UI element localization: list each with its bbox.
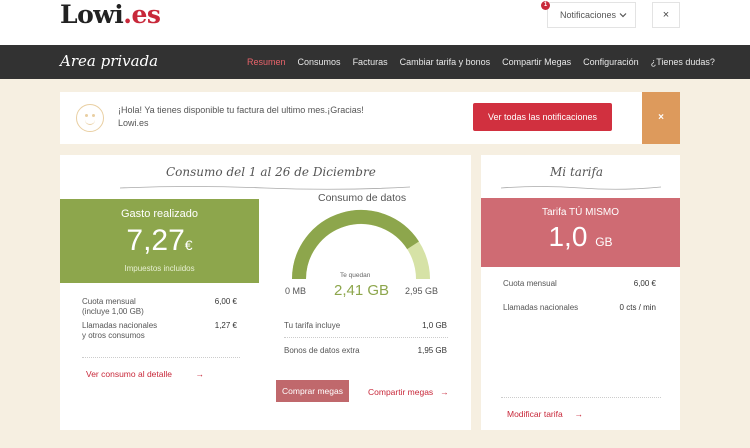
- remaining-label: Te quedan: [340, 272, 371, 279]
- tarifa-incluye-value: 1,0 GB: [422, 321, 447, 330]
- cuota-label: Cuota mensual (incluye 1,00 GB): [82, 297, 144, 316]
- nav-item-cambiar-tarifa[interactable]: Cambiar tarifa y bonos: [400, 57, 491, 67]
- title-underline: [501, 186, 661, 190]
- divider: [501, 397, 661, 398]
- tarifa-incluye-label: Tu tarifa incluye: [284, 321, 341, 330]
- llamadas-label: Llamadas nacionales y otros consumos: [82, 321, 158, 340]
- modificar-tarifa-link[interactable]: Modificar tarifa →: [507, 409, 583, 419]
- cuota-value: 6,00 €: [214, 297, 237, 306]
- close-button[interactable]: ×: [652, 2, 680, 28]
- notification-banner: ¡Hola! Ya tienes disponible tu factura d…: [60, 92, 680, 144]
- datos-title: Consumo de datos: [318, 192, 407, 204]
- tarifa-name: Tarifa TÚ MISMO: [541, 207, 620, 218]
- compartir-megas-label: Compartir megas: [368, 387, 434, 397]
- gauge-min-label: 0 MB: [285, 286, 307, 296]
- nav-item-compartir-megas[interactable]: Compartir Megas: [502, 57, 571, 67]
- arrow-right-icon: →: [174, 369, 205, 379]
- banner-message: ¡Hola! Ya tienes disponible tu factura d…: [118, 105, 364, 115]
- consumo-title: Consumo del 1 al 26 de Diciembre: [166, 165, 376, 179]
- top-bar: Lowi.es Notificaciones 1 ×: [0, 0, 750, 45]
- tarifa-amount: 1,0: [548, 221, 588, 252]
- bonos-value: 1,95 GB: [417, 346, 447, 355]
- lowi-logo[interactable]: Lowi.es: [60, 0, 161, 29]
- gasto-value: 7,27€: [60, 224, 259, 258]
- nav-item-resumen[interactable]: Resumen: [247, 57, 286, 67]
- banner-sender: Lowi.es: [118, 118, 149, 128]
- notifications-label: Notificaciones: [560, 10, 617, 20]
- logo-suffix: .es: [123, 0, 161, 29]
- tarifa-value: 1,0 GB: [481, 221, 680, 253]
- tarifa-cuota-value: 6,00 €: [633, 279, 656, 288]
- nav-item-dudas[interactable]: ¿Tienes dudas?: [651, 57, 715, 67]
- tarifa-llamadas-value: 0 cts / min: [619, 303, 656, 312]
- ver-consumo-link[interactable]: Ver consumo al detalle →: [86, 369, 204, 379]
- nav-item-consumos[interactable]: Consumos: [298, 57, 341, 67]
- nav-items: Resumen Consumos Facturas Cambiar tarifa…: [247, 57, 727, 67]
- title-underline: [120, 186, 410, 190]
- main-nav: Area privada Resumen Consumos Facturas C…: [0, 45, 750, 79]
- nav-item-facturas[interactable]: Facturas: [353, 57, 388, 67]
- tarifa-unit: GB: [595, 235, 613, 249]
- llamadas-value: 1,27 €: [214, 321, 237, 330]
- tarifa-card: Mi tarifa Tarifa TÚ MISMO 1,0 GB Cuota m…: [481, 155, 680, 430]
- notifications-badge: 1: [541, 1, 550, 10]
- divider: [82, 357, 240, 358]
- chevron-down-icon: [619, 13, 627, 18]
- comprar-megas-button[interactable]: Comprar megas: [276, 380, 349, 402]
- consumo-card: Consumo del 1 al 26 de Diciembre Gasto r…: [60, 155, 471, 430]
- tarifa-llamadas-label: Llamadas nacionales: [503, 303, 579, 312]
- tarifa-box: Tarifa TÚ MISMO 1,0 GB: [481, 198, 680, 267]
- area-privada-title: Area privada: [60, 52, 159, 70]
- tarifa-cuota-label: Cuota mensual: [503, 279, 557, 288]
- logo-main: Lowi: [60, 0, 124, 29]
- nav-item-configuracion[interactable]: Configuración: [583, 57, 639, 67]
- compartir-megas-link[interactable]: Compartir megas →: [368, 387, 449, 397]
- arrow-right-icon: →: [440, 387, 449, 397]
- divider: [284, 337, 448, 338]
- tarifa-title: Mi tarifa: [550, 165, 604, 179]
- banner-text: ¡Hola! Ya tienes disponible tu factura d…: [118, 104, 364, 130]
- view-all-notifications-button[interactable]: Ver todas las notificaciones: [473, 103, 612, 131]
- smiley-icon: [76, 104, 104, 132]
- gauge-used-arc: [292, 210, 419, 280]
- gauge-max-label: 2,95 GB: [405, 286, 439, 296]
- gasto-label: Gasto realizado: [120, 208, 199, 220]
- gasto-currency: €: [184, 237, 193, 253]
- ver-consumo-label: Ver consumo al detalle: [86, 369, 172, 379]
- gasto-amount: 7,27: [126, 224, 185, 257]
- remaining-value: 2,41 GB: [334, 282, 390, 299]
- modificar-tarifa-label: Modificar tarifa: [507, 409, 563, 419]
- bonos-label: Bonos de datos extra: [284, 346, 360, 355]
- notifications-dropdown[interactable]: Notificaciones: [547, 2, 636, 28]
- gasto-box: Gasto realizado 7,27€ Impuestos incluido…: [60, 199, 259, 283]
- gasto-note: Impuestos incluidos: [124, 264, 195, 273]
- arrow-right-icon: →: [574, 409, 584, 419]
- banner-close-button[interactable]: ×: [642, 92, 680, 144]
